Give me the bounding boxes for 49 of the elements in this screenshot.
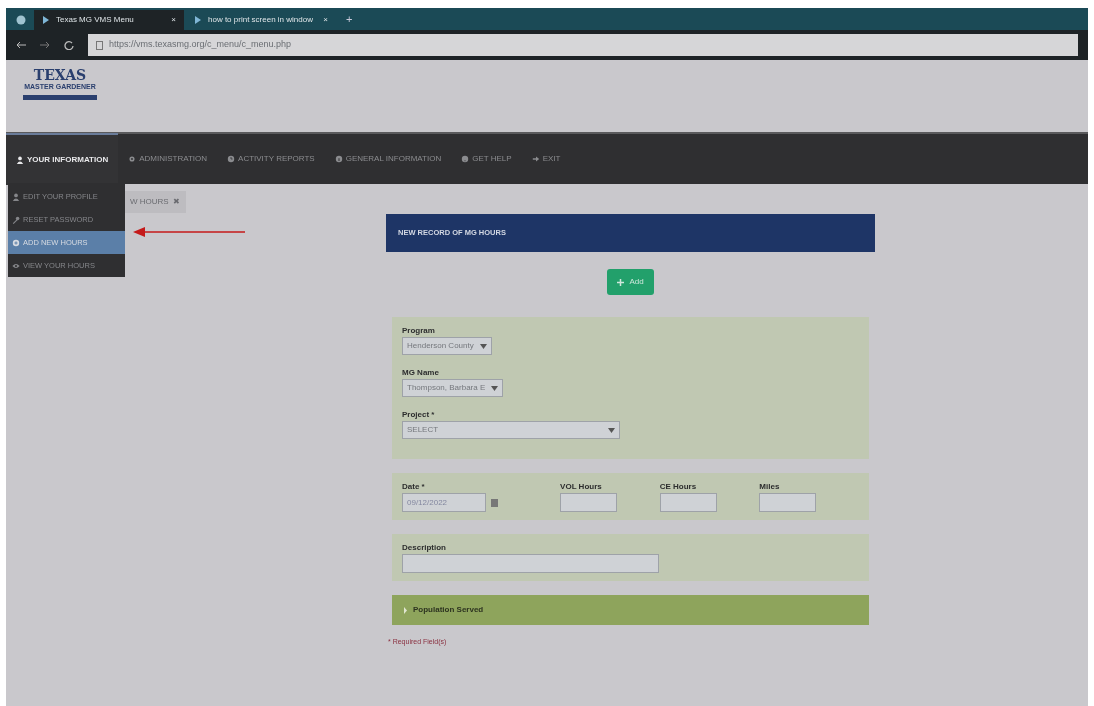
exit-icon [531, 155, 540, 163]
close-icon[interactable]: × [323, 14, 328, 26]
select-field[interactable]: SELECT [402, 421, 620, 439]
user-icon [12, 192, 20, 201]
nav-link[interactable]: ACTIVITY REPORTS [217, 133, 325, 185]
field-label: Description [402, 542, 447, 554]
page-icon [96, 40, 103, 50]
plus-icon [617, 278, 625, 286]
nav-link[interactable]: YOUR INFORMATION [6, 133, 119, 185]
reload-icon[interactable] [64, 40, 74, 50]
user-icon [16, 156, 24, 164]
collapsible-header[interactable]: Population Served [392, 595, 869, 625]
calendar-icon[interactable] [491, 498, 498, 507]
key-icon [12, 215, 20, 224]
caret-icon [479, 343, 487, 349]
caret-icon [491, 385, 499, 391]
nav-link[interactable]: GENERAL INFORMATION [324, 133, 452, 185]
field-label: Program [402, 325, 436, 337]
back-icon[interactable] [16, 41, 26, 49]
input-field[interactable] [560, 493, 618, 512]
caret-icon [608, 427, 615, 433]
input-field[interactable] [759, 493, 817, 512]
add-button[interactable]: Add [607, 269, 654, 295]
new-tab-button[interactable]: + [338, 10, 361, 28]
browser-tab[interactable]: Texas MG VMS Menu × [34, 10, 184, 30]
input-field[interactable] [659, 493, 717, 512]
forward-icon[interactable] [40, 41, 50, 49]
nav-link[interactable]: ADMINISTRATION [118, 133, 218, 185]
field-label: Miles [759, 481, 781, 493]
date-field[interactable]: 09/12/2022 [402, 493, 486, 512]
field-label: Date * [402, 481, 426, 493]
input-field[interactable] [402, 554, 659, 573]
browser-tab[interactable]: how to print screen in window × [186, 10, 336, 30]
site-icon [42, 16, 50, 24]
field-label: CE Hours [659, 481, 698, 493]
plus-icon [12, 238, 20, 247]
select-field[interactable]: Thompson, Barbara E [402, 379, 504, 397]
field-label: VOL Hours [560, 481, 603, 493]
field-label: Project * [402, 409, 436, 421]
close-icon[interactable]: × [171, 14, 176, 26]
nav-link[interactable]: EXIT [521, 133, 571, 185]
caret-icon [404, 606, 407, 614]
select-field[interactable]: Henderson County [402, 337, 492, 355]
site-icon [194, 16, 202, 24]
address-bar[interactable]: https://vms.texasmg.org/c_menu/c_menu.php [88, 34, 1078, 56]
close-icon[interactable]: ✖ [172, 196, 180, 208]
field-label: MG Name [402, 367, 440, 379]
eye-icon [12, 261, 20, 270]
nav-link[interactable]: GET HELP [451, 133, 522, 185]
